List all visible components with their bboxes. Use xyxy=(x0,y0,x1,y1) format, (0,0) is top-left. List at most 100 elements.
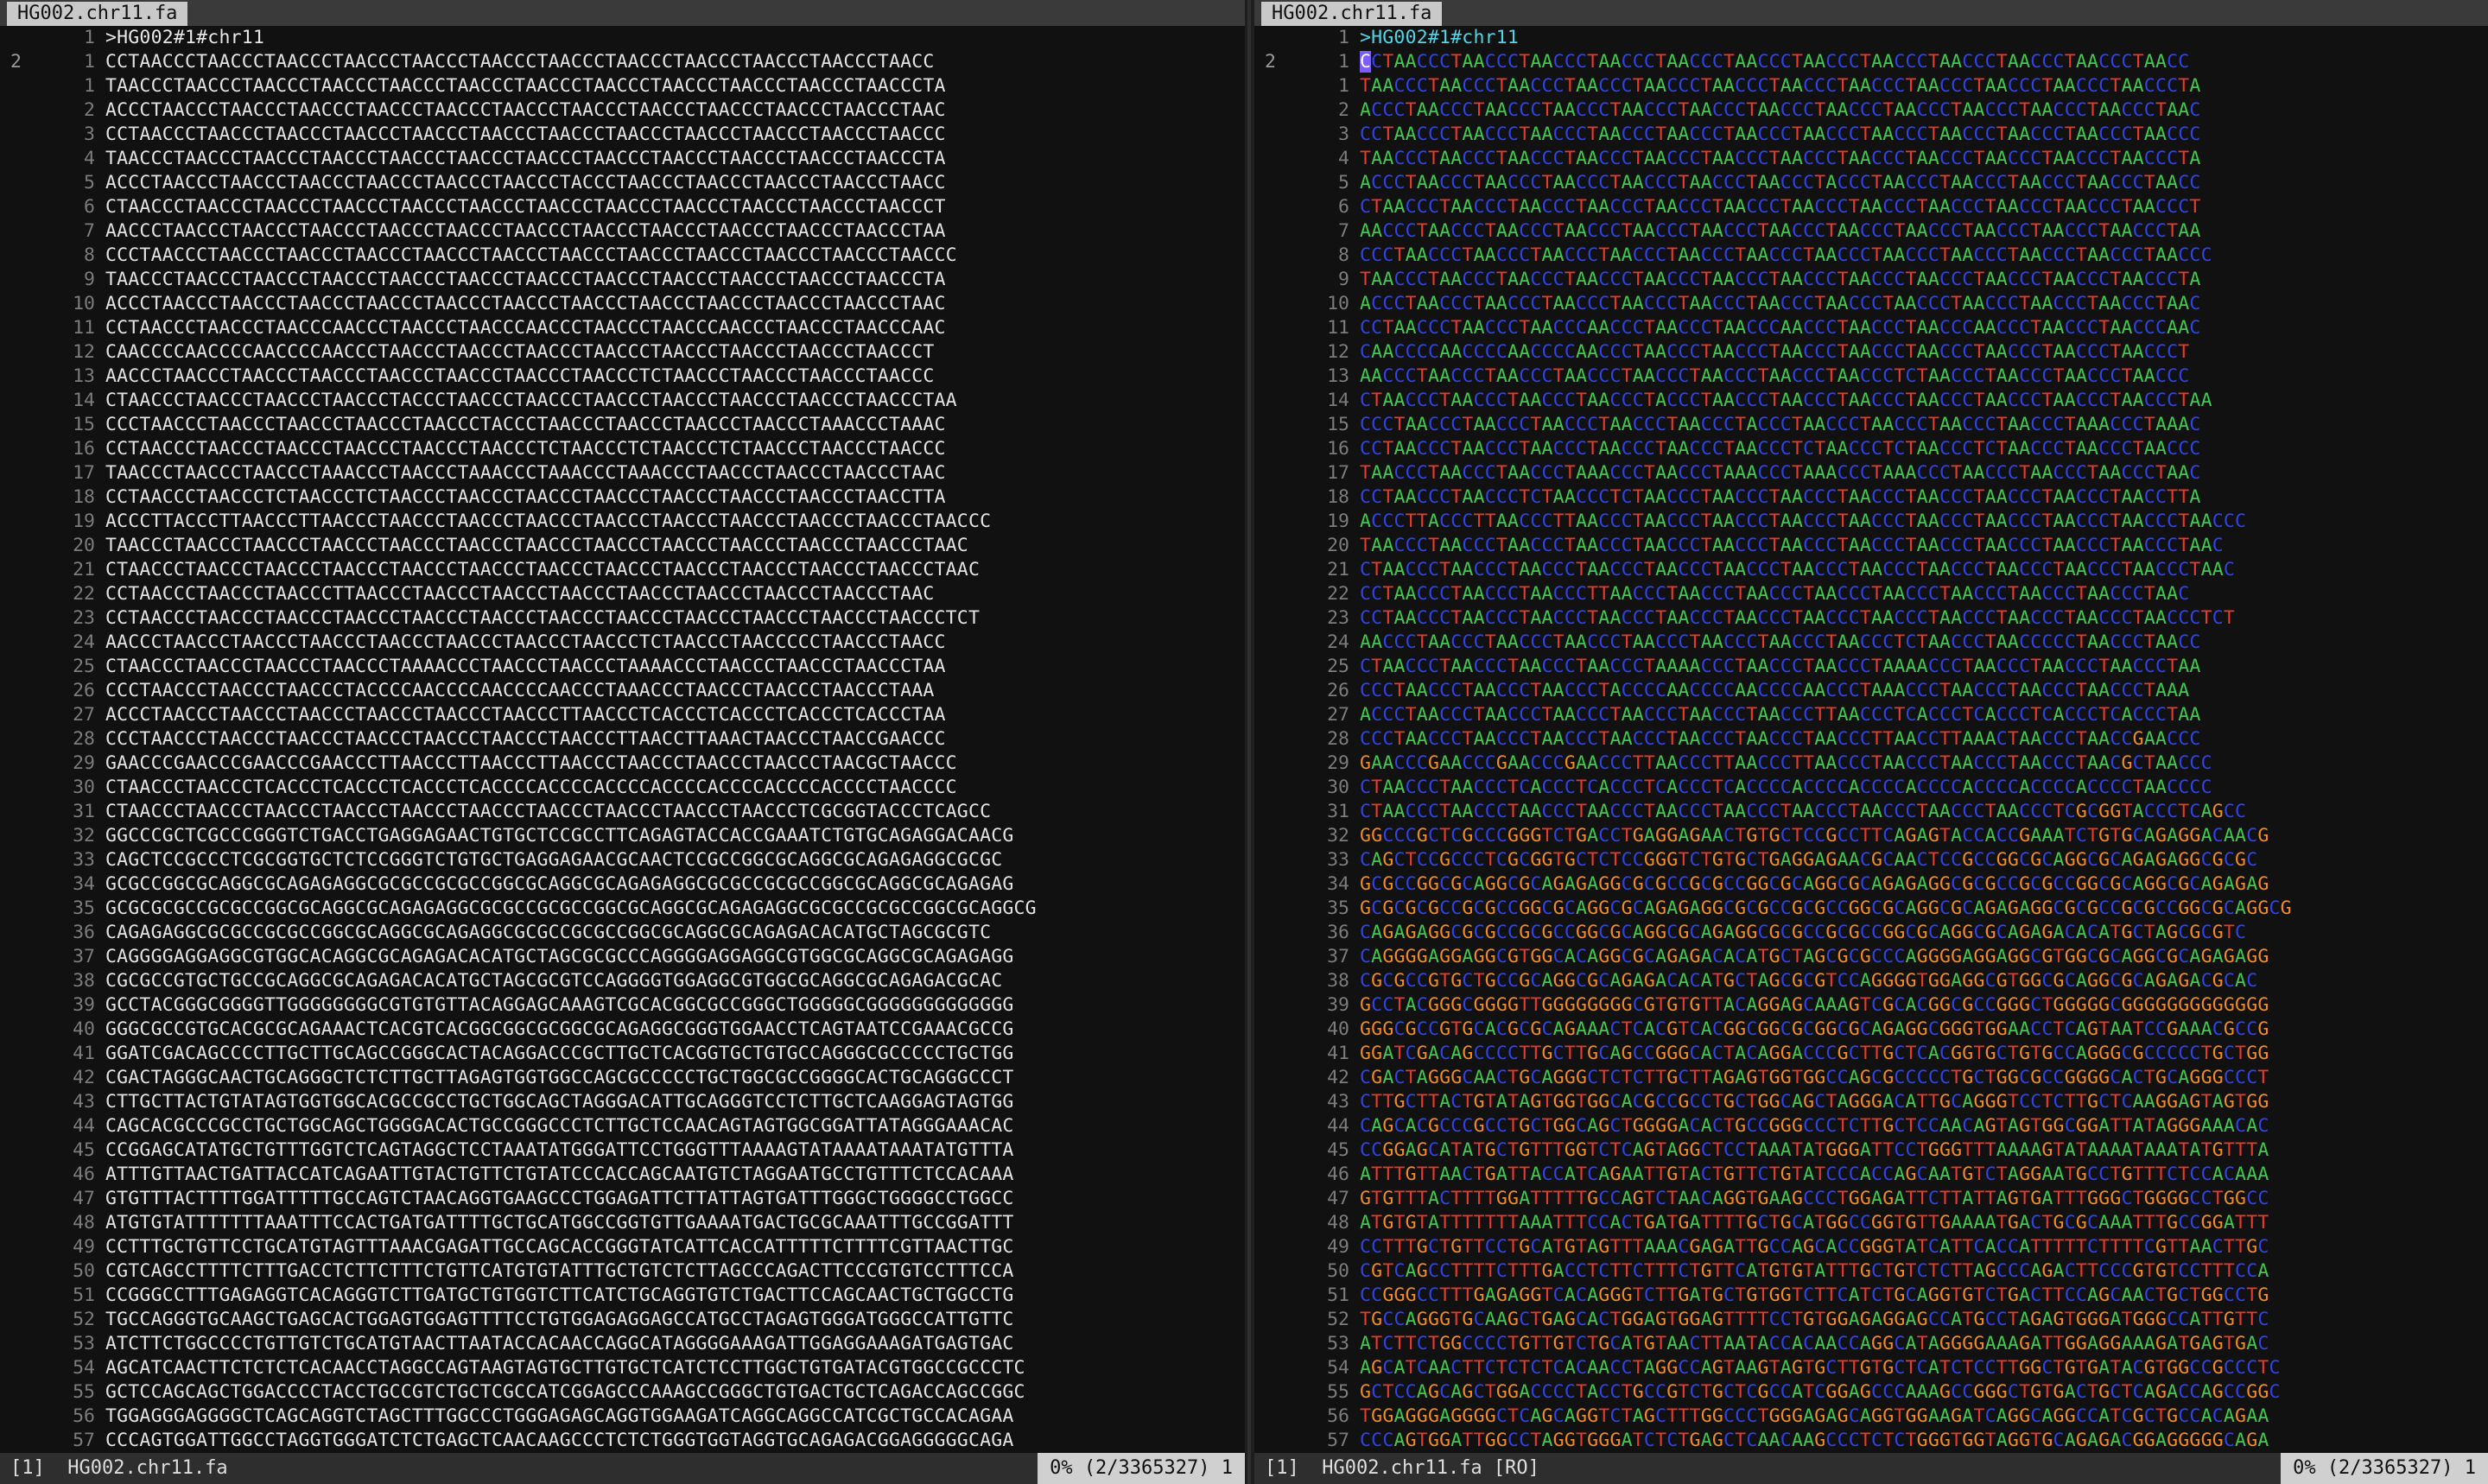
editor-line[interactable]: 35 GCGCGCGCCGCGCCGGCGCAGGCGCAGAGAGGCGCGCC… xyxy=(1254,897,2488,921)
editor-line[interactable]: 27 ACCCTAACCCTAACCCTAACCCTAACCCTAACCCTAAC… xyxy=(0,703,1245,727)
editor-line[interactable]: 15 CCCTAACCCTAACCCTAACCCTAACCCTAACCCTACCC… xyxy=(1254,413,2488,437)
editor-line[interactable]: 41 GGATCGACAGCCCCTTGCTTGCAGCCGGGCACTACAGG… xyxy=(1254,1042,2488,1066)
editor-line[interactable]: 11 CCTAACCCTAACCCTAACCCAACCCTAACCCTAACCCA… xyxy=(0,316,1245,340)
editor-line[interactable]: 11 CCTAACCCTAACCCTAACCCAACCCTAACCCTAACCCA… xyxy=(1254,316,2488,340)
buffer-tab[interactable]: HG002.chr11.fa xyxy=(1261,2,1443,26)
editor-line[interactable]: 6 CTAACCCTAACCCTAACCCTAACCCTAACCCTAACCCTA… xyxy=(0,195,1245,219)
editor-line[interactable]: 19 ACCCTTACCCTTAACCCTTAACCCTAACCCTAACCCTA… xyxy=(0,510,1245,534)
editor-line[interactable]: 48 ATGTGTATTTTTTTAAATTTCCACTGATGATTTTGCTG… xyxy=(0,1211,1245,1235)
editor-line[interactable]: 37 CAGGGGAGGAGGCGTGGCACAGGCGCAGAGACACATGC… xyxy=(1254,945,2488,969)
editor-line[interactable]: 25 CTAACCCTAACCCTAACCCTAACCCTAAAACCCTAACC… xyxy=(1254,655,2488,679)
editor-line[interactable]: 14 CTAACCCTAACCCTAACCCTAACCCTACCCTAACCCTA… xyxy=(1254,389,2488,413)
editor-line[interactable]: 47 GTGTTTACTTTTGGATTTTTGCCAGTCTAACAGGTGAA… xyxy=(1254,1187,2488,1211)
editor-line[interactable]: 7 AACCCTAACCCTAACCCTAACCCTAACCCTAACCCTAAC… xyxy=(0,219,1245,244)
editor-line[interactable]: 48 ATGTGTATTTTTTTAAATTTCCACTGATGATTTTGCTG… xyxy=(1254,1211,2488,1235)
editor-line[interactable]: 17 TAACCCTAACCCTAACCCTAAACCCTAACCCTAAACCC… xyxy=(1254,461,2488,485)
editor-line[interactable]: 22 CCTAACCCTAACCCTAACCCTTAACCCTAACCCTAACC… xyxy=(0,582,1245,606)
editor-line[interactable]: 50 CGTCAGCCTTTTCTTTGACCTCTTCTTTCTGTTCATGT… xyxy=(0,1259,1245,1284)
editor-line[interactable]: 34 GCGCCGGCGCAGGCGCAGAGAGGCGCGCCGCGCCGGCG… xyxy=(1254,872,2488,897)
editor-line[interactable]: 28 CCCTAACCCTAACCCTAACCCTAACCCTAACCCTAACC… xyxy=(0,727,1245,752)
editor-line[interactable]: 38 CGCGCCGTGCTGCCGCAGGCGCAGAGACACATGCTAGC… xyxy=(0,969,1245,993)
editor-line[interactable]: 10 ACCCTAACCCTAACCCTAACCCTAACCCTAACCCTAAC… xyxy=(1254,292,2488,316)
editor-line[interactable]: 39 GCCTACGGGCGGGGTTGGGGGGGGCGTGTGTTACAGGA… xyxy=(0,993,1245,1018)
editor-line[interactable]: 49 CCTTTGCTGTTCCTGCATGTAGTTTAAACGAGATTGCC… xyxy=(0,1235,1245,1259)
editor-line[interactable]: 18 CCTAACCCTAACCCTCTAACCCTCTAACCCTAACCCTA… xyxy=(0,485,1245,510)
editor-line[interactable]: 1 >HG002#1#chr11 xyxy=(0,26,1245,50)
right-editor-pane[interactable]: HG002.chr11.fa 1 >HG002#1#chr11 2 1 CCTAACCC… xyxy=(1254,0,2488,1484)
editor-line[interactable]: 57 CCCAGTGGATTGGCCTAGGTGGGATCTCTGAGCTCAAC… xyxy=(1254,1429,2488,1453)
editor-line[interactable]: 7 AACCCTAACCCTAACCCTAACCCTAACCCTAACCCTAAC… xyxy=(1254,219,2488,244)
editor-line[interactable]: 2 1 CCTAACCCTAACCCTAACCCTAACCCTAACCCTAACCC… xyxy=(1254,50,2488,74)
editor-line[interactable]: 40 GGGCGCCGTGCACGCGCAGAAACTCACGTCACGGCGGC… xyxy=(0,1018,1245,1042)
editor-line[interactable]: 53 ATCTTCTGGCCCCTGTTGTCTGCATGTAACTTAATACC… xyxy=(1254,1332,2488,1356)
editor-line[interactable]: 5 ACCCTAACCCTAACCCTAACCCTAACCCTAACCCTAACC… xyxy=(0,171,1245,195)
editor-line[interactable]: 32 GGCCCGCTCGCCCGGGTCTGACCTGAGGAGAACTGTGC… xyxy=(0,824,1245,848)
editor-line[interactable]: 1 TAACCCTAACCCTAACCCTAACCCTAACCCTAACCCTAA… xyxy=(0,74,1245,98)
editor-line[interactable]: 5 ACCCTAACCCTAACCCTAACCCTAACCCTAACCCTAACC… xyxy=(1254,171,2488,195)
editor-line[interactable]: 8 CCCTAACCCTAACCCTAACCCTAACCCTAACCCTAACCC… xyxy=(1254,244,2488,268)
editor-line[interactable]: 43 CTTGCTTACTGTATAGTGGTGGCACGCCGCCTGCTGGC… xyxy=(0,1090,1245,1114)
editor-line[interactable]: 50 CGTCAGCCTTTTCTTTGACCTCTTCTTTCTGTTCATGT… xyxy=(1254,1259,2488,1284)
editor-line[interactable]: 57 CCCAGTGGATTGGCCTAGGTGGGATCTCTGAGCTCAAC… xyxy=(0,1429,1245,1453)
editor-line[interactable]: 26 CCCTAACCCTAACCCTAACCCTACCCCAACCCCAACCC… xyxy=(0,679,1245,703)
editor-line[interactable]: 6 CTAACCCTAACCCTAACCCTAACCCTAACCCTAACCCTA… xyxy=(1254,195,2488,219)
editor-line[interactable]: 46 ATTTGTTAACTGATTACCATCAGAATTGTACTGTTCTG… xyxy=(0,1163,1245,1187)
editor-line[interactable]: 17 TAACCCTAACCCTAACCCTAAACCCTAACCCTAAACCC… xyxy=(0,461,1245,485)
editor-line[interactable]: 55 GCTCCAGCAGCTGGACCCCTACCTGCCGTCTGCTCGCC… xyxy=(0,1380,1245,1405)
editor-line[interactable]: 9 TAACCCTAACCCTAACCCTAACCCTAACCCTAACCCTAA… xyxy=(1254,268,2488,292)
editor-line[interactable]: 21 CTAACCCTAACCCTAACCCTAACCCTAACCCTAACCCT… xyxy=(0,558,1245,582)
editor-line[interactable]: 53 ATCTTCTGGCCCCTGTTGTCTGCATGTAACTTAATACC… xyxy=(0,1332,1245,1356)
editor-line[interactable]: 29 GAACCCGAACCCGAACCCGAACCCTTAACCCTTAACCC… xyxy=(0,752,1245,776)
editor-line[interactable]: 36 CAGAGAGGCGCGCCGCGCCGGCGCAGGCGCAGAGGCGC… xyxy=(1254,921,2488,945)
editor-line[interactable]: 1 >HG002#1#chr11 xyxy=(1254,26,2488,50)
editor-line[interactable]: 45 CCGGAGCATATGCTGTTTGGTCTCAGTAGGCTCCTAAA… xyxy=(1254,1138,2488,1163)
editor-line[interactable]: 10 ACCCTAACCCTAACCCTAACCCTAACCCTAACCCTAAC… xyxy=(0,292,1245,316)
editor-line[interactable]: 21 CTAACCCTAACCCTAACCCTAACCCTAACCCTAACCCT… xyxy=(1254,558,2488,582)
editor-line[interactable]: 4 TAACCCTAACCCTAACCCTAACCCTAACCCTAACCCTAA… xyxy=(1254,147,2488,171)
editor-line[interactable]: 43 CTTGCTTACTGTATAGTGGTGGCACGCCGCCTGCTGGC… xyxy=(1254,1090,2488,1114)
editor-line[interactable]: 19 ACCCTTACCCTTAACCCTTAACCCTAACCCTAACCCTA… xyxy=(1254,510,2488,534)
vertical-split-divider[interactable] xyxy=(1245,0,1254,1484)
editor-line[interactable]: 12 CAACCCCAACCCCAACCCCAACCCTAACCCTAACCCTA… xyxy=(1254,340,2488,365)
editor-line[interactable]: 2 ACCCTAACCCTAACCCTAACCCTAACCCTAACCCTAACC… xyxy=(1254,98,2488,123)
editor-line[interactable]: 16 CCTAACCCTAACCCTAACCCTAACCCTAACCCTAACCC… xyxy=(0,437,1245,461)
editor-line[interactable]: 2 ACCCTAACCCTAACCCTAACCCTAACCCTAACCCTAACC… xyxy=(0,98,1245,123)
left-editor-pane[interactable]: HG002.chr11.fa 1 >HG002#1#chr11 2 1 CCTAACCC… xyxy=(0,0,1245,1484)
editor-line[interactable]: 25 CTAACCCTAACCCTAACCCTAACCCTAAAACCCTAACC… xyxy=(0,655,1245,679)
editor-line[interactable]: 31 CTAACCCTAACCCTAACCCTAACCCTAACCCTAACCCT… xyxy=(1254,800,2488,824)
editor-line[interactable]: 42 CGACTAGGGCAACTGCAGGGCTCTCTTGCTTAGAGTGG… xyxy=(1254,1066,2488,1090)
editor-line[interactable]: 27 ACCCTAACCCTAACCCTAACCCTAACCCTAACCCTAAC… xyxy=(1254,703,2488,727)
editor-line[interactable]: 41 GGATCGACAGCCCCTTGCTTGCAGCCGGGCACTACAGG… xyxy=(0,1042,1245,1066)
editor-line[interactable]: 39 GCCTACGGGCGGGGTTGGGGGGGGCGTGTGTTACAGGA… xyxy=(1254,993,2488,1018)
editor-line[interactable]: 51 CCGGGCCTTTGAGAGGTCACAGGGTCTTGATGCTGTGG… xyxy=(1254,1284,2488,1308)
editor-line[interactable]: 35 GCGCGCGCCGCGCCGGCGCAGGCGCAGAGAGGCGCGCC… xyxy=(0,897,1245,921)
text-area[interactable]: 1 >HG002#1#chr11 2 1 CCTAACCCTAACCCTAACCCTAA… xyxy=(0,26,1245,1453)
editor-line[interactable]: 3 CCTAACCCTAACCCTAACCCTAACCCTAACCCTAACCCT… xyxy=(0,123,1245,147)
editor-line[interactable]: 33 CAGCTCCGCCCTCGCGGTGCTCTCCGGGTCTGTGCTGA… xyxy=(0,848,1245,872)
editor-line[interactable]: 4 TAACCCTAACCCTAACCCTAACCCTAACCCTAACCCTAA… xyxy=(0,147,1245,171)
editor-line[interactable]: 20 TAACCCTAACCCTAACCCTAACCCTAACCCTAACCCTA… xyxy=(0,534,1245,558)
editor-line[interactable]: 24 AACCCTAACCCTAACCCTAACCCTAACCCTAACCCTAA… xyxy=(1254,631,2488,655)
editor-line[interactable]: 44 CAGCACGCCCGCCTGCTGGCAGCTGGGGACACTGCCGG… xyxy=(0,1114,1245,1138)
editor-line[interactable]: 20 TAACCCTAACCCTAACCCTAACCCTAACCCTAACCCTA… xyxy=(1254,534,2488,558)
editor-line[interactable]: 56 TGGAGGGAGGGGCTCAGCAGGTCTAGCTTTGGCCCTGG… xyxy=(0,1405,1245,1429)
editor-line[interactable]: 40 GGGCGCCGTGCACGCGCAGAAACTCACGTCACGGCGGC… xyxy=(1254,1018,2488,1042)
editor-line[interactable]: 16 CCTAACCCTAACCCTAACCCTAACCCTAACCCTAACCC… xyxy=(1254,437,2488,461)
editor-line[interactable]: 9 TAACCCTAACCCTAACCCTAACCCTAACCCTAACCCTAA… xyxy=(0,268,1245,292)
editor-line[interactable]: 49 CCTTTGCTGTTCCTGCATGTAGTTTAAACGAGATTGCC… xyxy=(1254,1235,2488,1259)
editor-line[interactable]: 31 CTAACCCTAACCCTAACCCTAACCCTAACCCTAACCCT… xyxy=(0,800,1245,824)
editor-line[interactable]: 22 CCTAACCCTAACCCTAACCCTTAACCCTAACCCTAACC… xyxy=(1254,582,2488,606)
editor-line[interactable]: 45 CCGGAGCATATGCTGTTTGGTCTCAGTAGGCTCCTAAA… xyxy=(0,1138,1245,1163)
editor-line[interactable]: 36 CAGAGAGGCGCGCCGCGCCGGCGCAGGCGCAGAGGCGC… xyxy=(0,921,1245,945)
editor-line[interactable]: 44 CAGCACGCCCGCCTGCTGGCAGCTGGGGACACTGCCGG… xyxy=(1254,1114,2488,1138)
editor-line[interactable]: 55 GCTCCAGCAGCTGGACCCCTACCTGCCGTCTGCTCGCC… xyxy=(1254,1380,2488,1405)
editor-line[interactable]: 51 CCGGGCCTTTGAGAGGTCACAGGGTCTTGATGCTGTGG… xyxy=(0,1284,1245,1308)
editor-line[interactable]: 32 GGCCCGCTCGCCCGGGTCTGACCTGAGGAGAACTGTGC… xyxy=(1254,824,2488,848)
editor-line[interactable]: 1 TAACCCTAACCCTAACCCTAACCCTAACCCTAACCCTAA… xyxy=(1254,74,2488,98)
editor-line[interactable]: 26 CCCTAACCCTAACCCTAACCCTACCCCAACCCCAACCC… xyxy=(1254,679,2488,703)
editor-line[interactable]: 56 TGGAGGGAGGGGCTCAGCAGGTCTAGCTTTGGCCCTGG… xyxy=(1254,1405,2488,1429)
editor-line[interactable]: 34 GCGCCGGCGCAGGCGCAGAGAGGCGCGCCGCGCCGGCG… xyxy=(0,872,1245,897)
editor-line[interactable]: 28 CCCTAACCCTAACCCTAACCCTAACCCTAACCCTAACC… xyxy=(1254,727,2488,752)
editor-line[interactable]: 47 GTGTTTACTTTTGGATTTTTGCCAGTCTAACAGGTGAA… xyxy=(0,1187,1245,1211)
editor-line[interactable]: 33 CAGCTCCGCCCTCGCGGTGCTCTCCGGGTCTGTGCTGA… xyxy=(1254,848,2488,872)
